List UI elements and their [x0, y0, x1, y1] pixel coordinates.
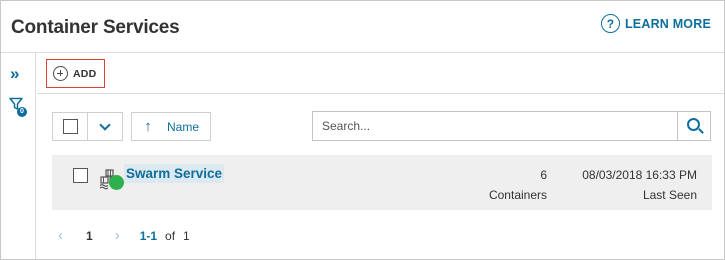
- toolbar: ADD: [37, 53, 724, 94]
- chevron-down-icon: [99, 118, 111, 131]
- page-header: Container Services ? LEARN MORE: [1, 1, 724, 53]
- next-page-button[interactable]: ›: [115, 227, 120, 244]
- learn-more-link[interactable]: ? LEARN MORE: [600, 14, 711, 33]
- page-total: 1: [183, 228, 190, 243]
- container-services-panel: Container Services ? LEARN MORE » 0 ADD …: [0, 0, 725, 260]
- search-icon-handle: [698, 128, 704, 134]
- sort-by-name-button[interactable]: ↑ Name: [131, 112, 211, 141]
- container-count-value: 6: [540, 168, 547, 182]
- status-online-indicator: [109, 175, 124, 190]
- search-button[interactable]: [677, 112, 710, 140]
- add-button[interactable]: ADD: [46, 59, 105, 88]
- bulk-select-group: [52, 112, 123, 141]
- select-options-dropdown[interactable]: [88, 113, 122, 140]
- checkbox-box: [62, 119, 78, 134]
- last-seen: 08/03/2018 16:33 PM Last Seen: [552, 165, 697, 205]
- page-of-label: of: [165, 228, 176, 243]
- row-checkbox[interactable]: [73, 168, 88, 183]
- last-seen-value: 08/03/2018 16:33 PM: [582, 168, 697, 182]
- side-rail: » 0: [1, 53, 36, 259]
- page-title: Container Services: [11, 17, 180, 38]
- last-seen-label: Last Seen: [642, 188, 697, 202]
- previous-page-button[interactable]: ‹: [58, 227, 63, 244]
- service-name-link[interactable]: Swarm Service: [124, 164, 225, 183]
- page-range: 1-1: [139, 228, 158, 243]
- sort-ascending-icon: ↑: [144, 118, 152, 135]
- learn-more-label: LEARN MORE: [624, 16, 711, 31]
- help-icon: ?: [600, 14, 620, 33]
- container-count-label: Containers: [488, 188, 547, 202]
- container-count: 6 Containers: [477, 165, 547, 205]
- add-button-label: ADD: [73, 67, 97, 80]
- current-page-number[interactable]: 1: [86, 229, 93, 243]
- list-item: Swarm Service 6 Containers 08/03/2018 16…: [52, 155, 712, 210]
- pagination: ‹ 1 › 1-1 of 1: [58, 227, 190, 244]
- search-box: [312, 111, 711, 141]
- add-circle-icon: [53, 66, 68, 81]
- filter-toggle[interactable]: 0: [9, 97, 27, 117]
- select-all-checkbox[interactable]: [53, 113, 88, 140]
- search-input[interactable]: [313, 112, 677, 140]
- filter-count-badge: 0: [17, 107, 27, 117]
- sort-label: Name: [167, 119, 200, 134]
- expand-sidebar-icon[interactable]: »: [10, 65, 19, 82]
